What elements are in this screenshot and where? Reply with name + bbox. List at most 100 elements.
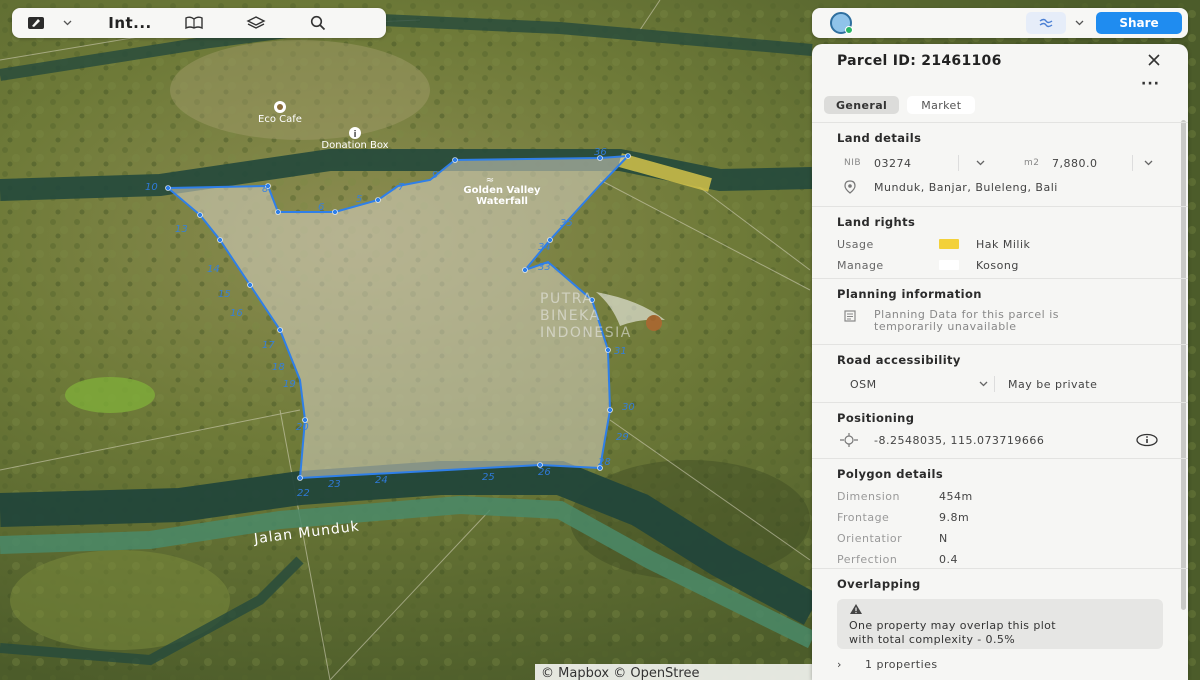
vertex-label: 34	[538, 242, 551, 253]
project-title[interactable]: Int...	[98, 8, 156, 38]
coordinates-text[interactable]: -8.2548035, 115.073719666	[874, 434, 1136, 447]
vertex-label: 9	[432, 170, 438, 181]
vertex-label: 18	[272, 362, 285, 373]
vertex-label: 29	[616, 432, 629, 443]
chevron-down-icon	[63, 20, 71, 26]
vertex-label: 36	[594, 147, 607, 158]
vertex-label: 13	[175, 224, 188, 235]
section-title: Land details	[837, 131, 922, 145]
location-pin-icon	[844, 180, 856, 194]
planning-text: Planning Data for this parcel is tempora…	[874, 309, 1059, 333]
section-title: Positioning	[837, 411, 915, 425]
location-row: Munduk, Banjar, Buleleng, Bali	[837, 180, 1188, 194]
planning-text-line: temporarily unavailable	[874, 320, 1017, 333]
area-value[interactable]: 7,880.0	[1052, 157, 1132, 170]
overlap-text-line: One property may overlap this plot	[849, 619, 1056, 632]
warning-icon	[850, 604, 862, 614]
chevron-down-icon	[1144, 160, 1152, 166]
book-icon	[185, 16, 203, 30]
tab-market[interactable]: Market	[907, 96, 976, 114]
more-options-icon[interactable]: ···	[1141, 76, 1160, 92]
overlap-warning: One property may overlap this plot with …	[837, 599, 1163, 649]
account-bar: Share	[812, 8, 1188, 38]
section-title: Polygon details	[837, 467, 944, 481]
vertex-label: 35	[560, 218, 573, 229]
vertex-label: 20	[296, 422, 309, 433]
manage-value: Kosong	[976, 258, 1019, 272]
vertex-label: 14	[207, 264, 220, 275]
section-title: Planning information	[837, 287, 982, 301]
pencil-icon	[28, 17, 44, 29]
satellite-layers-icon	[1039, 18, 1053, 28]
close-icon[interactable]	[1146, 52, 1162, 68]
chevron-down-icon	[979, 381, 987, 387]
road-source-dropdown[interactable]	[972, 381, 994, 387]
polygon-row: Perfection 0.4	[837, 553, 1188, 566]
nib-dropdown[interactable]	[959, 160, 1001, 166]
nib-area-row: NIB 03274 m2 7,880.0	[837, 154, 1188, 172]
vertex-label: 16	[230, 308, 243, 319]
divider	[994, 376, 995, 392]
section-planning: Planning information Planning Data for t…	[812, 278, 1188, 344]
book-button[interactable]	[174, 8, 214, 38]
tab-general[interactable]: General	[824, 96, 900, 114]
layers-menu-button[interactable]	[1066, 20, 1092, 26]
road-source-select[interactable]: OSM	[850, 378, 972, 391]
usage-value: Hak Milik	[976, 237, 1031, 251]
satellite-layers-button[interactable]	[1026, 12, 1066, 34]
share-button[interactable]: Share	[1096, 12, 1182, 34]
nib-label: NIB	[844, 158, 862, 168]
section-title: Overlapping	[837, 577, 921, 591]
coords-row: -8.2548035, 115.073719666	[837, 433, 1188, 447]
vertex-label: 22	[297, 488, 310, 499]
search-button[interactable]	[298, 8, 338, 38]
section-title: Land rights	[837, 215, 916, 229]
poi-label: Donation Box	[321, 140, 388, 151]
nib-value[interactable]: 03274	[874, 157, 958, 170]
map-attribution: © Mapbox © OpenStree	[541, 666, 699, 680]
polygon-value: N	[939, 532, 948, 545]
cafe-icon	[277, 104, 283, 110]
area-dropdown[interactable]	[1133, 160, 1163, 166]
vertex-label: 15	[218, 289, 231, 300]
polygon-value: 9.8m	[939, 511, 970, 524]
overlap-properties-label[interactable]: 1 properties	[865, 658, 938, 671]
crosshair-icon	[840, 433, 858, 447]
vertex-label: 33	[538, 262, 551, 273]
avatar[interactable]	[830, 12, 853, 34]
polygon-row: Dimension 454m	[837, 490, 1188, 503]
vertex-label: 26	[538, 467, 551, 478]
map-toolbar: Int...	[12, 8, 386, 38]
draw-button[interactable]	[12, 8, 60, 38]
info-icon[interactable]	[1136, 433, 1158, 447]
vertex-label: 23	[328, 479, 341, 490]
section-polygon-details: Polygon details Dimension 454m Frontage …	[812, 458, 1188, 568]
road-status: May be private	[1008, 377, 1098, 391]
polygon-label: Frontage	[837, 511, 890, 524]
vertex-label: 17	[262, 340, 275, 351]
vertex-label: 25	[482, 472, 495, 483]
draw-menu-button[interactable]	[60, 8, 74, 38]
vertex-label: 6	[318, 202, 324, 213]
overlap-properties-row[interactable]: › 1 properties	[837, 658, 1188, 671]
chevron-down-icon	[1075, 20, 1083, 26]
parcel-panel: Parcel ID: 21461106 ··· General Market L…	[812, 44, 1188, 680]
manage-row: Manage Kosong	[837, 257, 1188, 273]
section-land-rights: Land rights Usage Hak Milik Manage Koson…	[812, 206, 1188, 278]
layers-icon	[246, 16, 266, 29]
layers-button[interactable]	[236, 8, 276, 38]
vertex-label: 31	[614, 346, 627, 357]
usage-label: Usage	[837, 237, 874, 251]
manage-label: Manage	[837, 258, 884, 272]
road-row: OSM May be private	[837, 375, 1188, 393]
svg-text:BINEKA: BINEKA	[540, 308, 601, 324]
info-icon: i	[353, 130, 356, 140]
polygon-label: Perfection	[837, 553, 898, 566]
poi-label: Eco Cafe	[258, 114, 302, 125]
chevron-down-icon	[976, 160, 984, 166]
polygon-row: Orientatior N	[837, 532, 1188, 545]
usage-color-swatch	[939, 239, 959, 249]
section-positioning: Positioning -8.2548035, 115.073719666	[812, 402, 1188, 458]
vertex-label: 7	[398, 182, 405, 193]
chevron-right-icon: ›	[837, 658, 842, 671]
